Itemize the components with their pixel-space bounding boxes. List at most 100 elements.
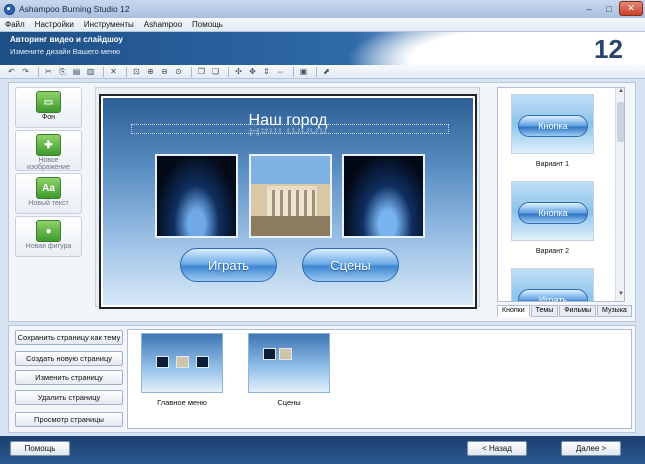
preview-page-button[interactable]: Просмотр страницы <box>15 412 123 427</box>
menu-canvas[interactable]: Наш город Наш город Играть Сцены <box>99 94 477 309</box>
paste-icon[interactable]: ▤ <box>71 66 82 77</box>
page-thumbnail <box>141 333 223 393</box>
zoom-in-icon[interactable]: ⊕ <box>145 66 156 77</box>
ungroup-icon[interactable]: ❏ <box>210 66 221 77</box>
background-icon: ▭ <box>36 91 61 113</box>
flip-vertical-icon[interactable]: ⇕ <box>261 66 272 77</box>
page-label: Главное меню <box>157 398 207 407</box>
variant-item[interactable]: Кнопка Вариант 2 <box>511 181 594 255</box>
menu-preview: Наш город Наш город Играть Сцены <box>103 98 473 305</box>
version-badge: 12 <box>594 34 623 64</box>
banner-title: Авторинг видео и слайдшоу <box>10 35 123 44</box>
pages-list: Главное меню Сцены <box>127 329 632 429</box>
cut-icon[interactable]: ✂ <box>43 66 54 77</box>
preview-icon[interactable]: ⬈ <box>321 66 332 77</box>
save-icon[interactable]: ▣ <box>298 66 309 77</box>
variant-label: Вариант 1 <box>535 161 570 168</box>
zoom-fit-icon[interactable]: ⊡ <box>131 66 142 77</box>
variant-preview: Кнопка <box>511 94 594 154</box>
menu-settings[interactable]: Настройки <box>30 20 79 29</box>
page-item-scenes[interactable]: Сцены <box>248 333 330 407</box>
help-button[interactable]: Помощь <box>10 441 70 456</box>
scenes-menu-button[interactable]: Сцены <box>302 248 399 282</box>
edit-page-button[interactable]: Изменить страницу <box>15 370 123 385</box>
create-new-page-button[interactable]: Создать новую страницу <box>15 351 123 366</box>
thumb-mini <box>176 356 189 368</box>
delete-icon[interactable]: ✕ <box>108 66 119 77</box>
tool-background[interactable]: ▭ Фон <box>15 87 82 128</box>
maximize-button[interactable]: □ <box>599 1 619 16</box>
paste-special-icon[interactable]: ▥ <box>85 66 96 77</box>
thumb-mini <box>196 356 209 368</box>
app-logo-icon <box>4 3 15 15</box>
footer-bar: Помощь < Назад Далее > <box>0 436 645 464</box>
tool-label: Новая фигура <box>25 243 72 250</box>
tool-new-text[interactable]: Aa Новый текст <box>15 173 82 214</box>
tool-new-image[interactable]: ✚ Новое изображение <box>15 130 82 171</box>
tab-themes[interactable]: Темы <box>530 305 559 317</box>
toolbar-separator <box>103 66 104 77</box>
menu-ashampoo[interactable]: Ashampoo <box>139 20 187 29</box>
scene-thumbnail[interactable] <box>155 154 238 238</box>
tab-movies[interactable]: Фильмы <box>559 305 597 317</box>
redo-icon[interactable]: ↷ <box>20 66 31 77</box>
pages-area: Сохранить страницу как тему Создать нову… <box>8 325 636 433</box>
close-button[interactable]: ✕ <box>619 1 643 16</box>
undo-icon[interactable]: ↶ <box>6 66 17 77</box>
tool-label: Новый текст <box>28 200 69 207</box>
scroll-up-icon[interactable]: ▲ <box>616 88 624 98</box>
style-variants-panel: Кнопка Вариант 1 Кнопка Вариант 2 Играть… <box>497 87 625 302</box>
align-icon[interactable]: ✣ <box>233 66 244 77</box>
building-image <box>267 186 317 216</box>
tool-new-shape[interactable]: ● Новая фигура <box>15 216 82 257</box>
variant-preview: Играть <box>511 268 594 301</box>
save-page-as-theme-button[interactable]: Сохранить страницу как тему <box>15 330 123 345</box>
banner-subtitle: Измените дизайн Вашего меню <box>10 47 120 56</box>
distribute-icon[interactable]: ✥ <box>247 66 258 77</box>
menu-bar: Файл Настройки Инструменты Ashampoo Помо… <box>0 18 645 32</box>
window-title: Ashampoo Burning Studio 12 <box>19 4 130 14</box>
header-banner: Авторинг видео и слайдшоу Измените дизай… <box>0 32 645 65</box>
page-thumbnail <box>248 333 330 393</box>
page-item-main-menu[interactable]: Главное меню <box>141 333 223 407</box>
copy-icon[interactable]: ⎘ <box>57 66 68 77</box>
menu-help[interactable]: Помощь <box>187 20 228 29</box>
tab-buttons[interactable]: Кнопки <box>497 305 530 317</box>
page-label: Сцены <box>277 398 301 407</box>
editor-area: ▭ Фон ✚ Новое изображение Aa Новый текст… <box>8 82 636 322</box>
tab-music[interactable]: Музыка <box>597 305 632 317</box>
zoom-select-icon[interactable]: ⊙ <box>173 66 184 77</box>
new-shape-icon: ● <box>36 220 61 242</box>
tool-label: Фон <box>41 114 56 121</box>
zoom-out-icon[interactable]: ⊖ <box>159 66 170 77</box>
toolbar-separator <box>293 66 294 77</box>
menu-tools[interactable]: Инструменты <box>79 20 139 29</box>
app-window: Ashampoo Burning Studio 12 – □ ✕ Файл На… <box>0 0 645 464</box>
variant-button: Играть <box>518 289 588 301</box>
menu-file[interactable]: Файл <box>0 20 30 29</box>
panel-tabs: Кнопки Темы Фильмы Музыка <box>497 305 633 317</box>
flip-horizontal-icon[interactable]: ⇔ <box>275 66 286 77</box>
delete-page-button[interactable]: Удалить страницу <box>15 390 123 405</box>
next-button[interactable]: Далее > <box>561 441 621 456</box>
canvas-container: Наш город Наш город Играть Сцены <box>95 87 480 309</box>
scene-thumbnail[interactable] <box>342 154 425 238</box>
variant-button: Кнопка <box>518 202 588 224</box>
minimize-button[interactable]: – <box>579 1 599 16</box>
back-button[interactable]: < Назад <box>467 441 527 456</box>
variant-label: Вариант 2 <box>535 248 570 255</box>
group-icon[interactable]: ❐ <box>196 66 207 77</box>
variant-item[interactable]: Играть <box>511 268 594 301</box>
title-bar: Ashampoo Burning Studio 12 – □ ✕ <box>0 0 645 18</box>
play-menu-button[interactable]: Играть <box>180 248 277 282</box>
toolbar-separator <box>191 66 192 77</box>
variant-preview: Кнопка <box>511 181 594 241</box>
scrollbar-thumb[interactable] <box>617 102 624 142</box>
variant-button: Кнопка <box>518 115 588 137</box>
toolbar-separator <box>38 66 39 77</box>
new-image-icon: ✚ <box>36 134 61 156</box>
variant-item[interactable]: Кнопка Вариант 1 <box>511 94 594 168</box>
variants-scrollbar[interactable]: ▲ ▼ <box>615 88 624 301</box>
scroll-down-icon[interactable]: ▼ <box>616 291 624 301</box>
scene-thumbnail[interactable] <box>249 154 332 238</box>
